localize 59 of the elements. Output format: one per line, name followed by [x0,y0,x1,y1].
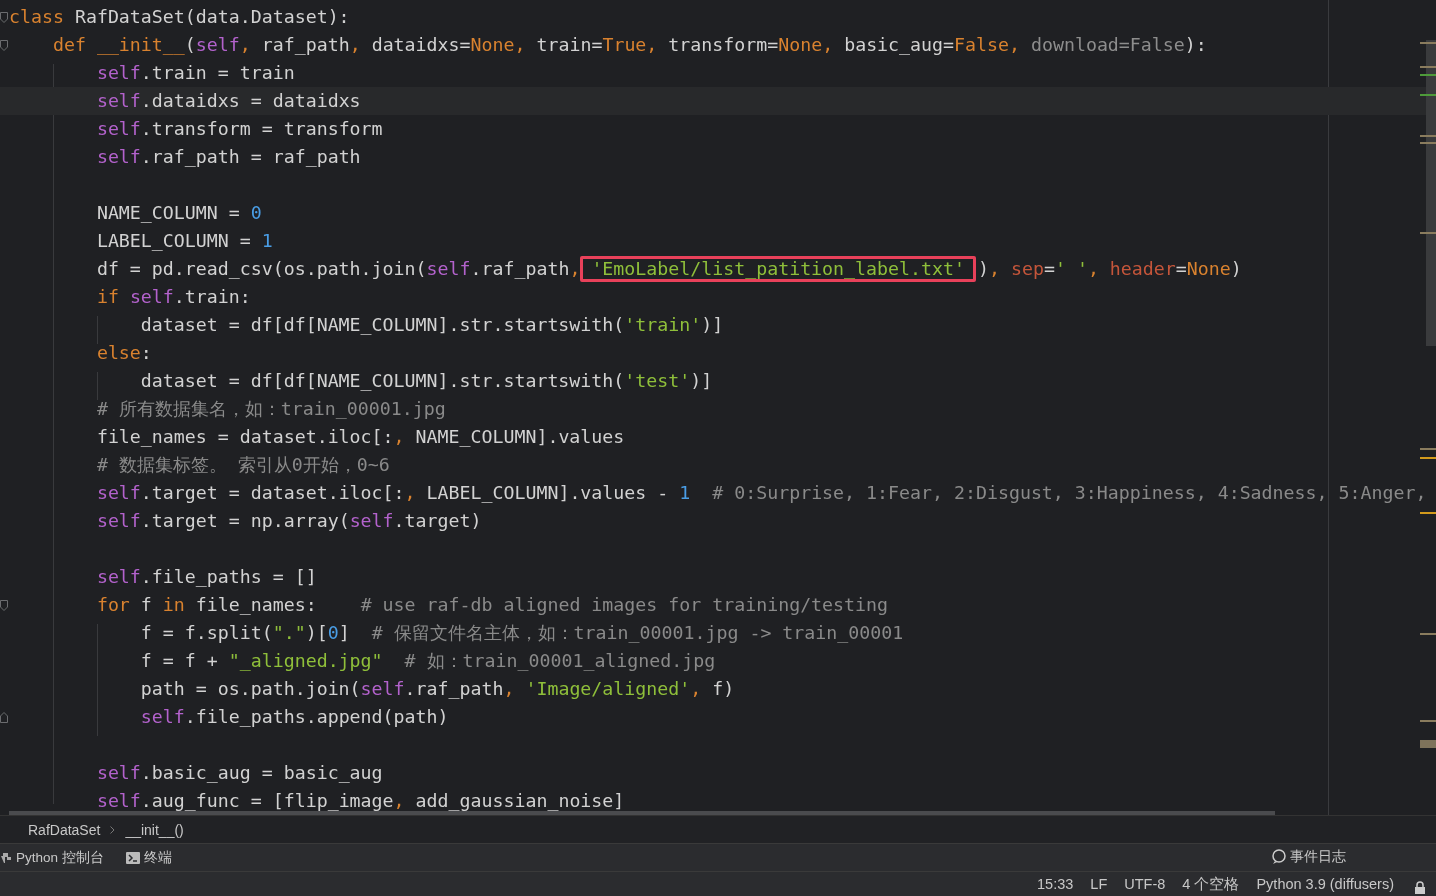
fold-icon[interactable] [0,599,8,611]
error-stripe-mark[interactable] [1420,232,1436,234]
error-stripe-mark[interactable] [1420,142,1436,144]
breadcrumb[interactable]: __init__() [125,821,184,838]
code-line: self.file_paths = [] [95,565,317,589]
code-line: if self.train: [95,285,251,309]
error-stripe-mark[interactable] [1420,720,1436,722]
error-stripe-mark[interactable] [1420,74,1436,76]
fold-icon[interactable] [0,39,8,51]
code-line: self.file_paths.append(path) [139,705,449,729]
code-line: class RafDataSet(data.Dataset): [9,5,350,29]
breadcrumb[interactable]: RafDataSet [28,821,101,838]
code-line: # 所有数据集名，如：train_00001.jpg [95,397,446,421]
code-line: LABEL_COLUMN = 1 [95,229,273,253]
error-stripe-mark[interactable] [1420,448,1436,450]
code-line: dataset = df[df[NAME_COLUMN].str.startswith('train')] [139,313,724,337]
code-line: self.basic_aug = basic_aug [95,761,383,785]
error-stripe-mark[interactable] [1420,457,1436,459]
code-line: self.dataidxs = dataidxs [95,89,361,113]
code-line: NAME_COLUMN = 0 [95,201,262,225]
code-line: file_names = dataset.iloc[:, NAME_COLUMN].values [95,425,625,449]
code-line: def __init__(self, raf_path, dataidxs=None, train=True, transform=None, basic_aug=False, download=False): [51,33,1207,57]
code-line: path = os.path.join(self.raf_path, 'Image/aligned', f) [139,677,735,701]
code-line: else: [95,341,152,365]
code-line: self.target = dataset.iloc[:, LABEL_COLUMN].values - 1 # 0:Surprise, 1:Fear, 2:Disgust, 3:Happiness, 4:Sadness, 5:Anger, [95,481,1427,505]
event-log-button[interactable]: 事件日志 [1271,848,1346,866]
tool-tab[interactable]: 终端 [125,848,172,867]
error-stripe-mark[interactable] [1420,94,1436,96]
code-line: df = pd.read_csv(os.path.join(self.raf_path, 'EmoLabel/list_patition_label.txt' ), sep=' ', header=None) [9,255,1242,283]
lock-icon[interactable] [1414,881,1426,894]
error-stripe-mark[interactable] [1420,135,1436,137]
code-line: f = f + "_aligned.jpg" # 如：train_00001_aligned.jpg [139,649,716,673]
code-line: self.raf_path = raf_path [95,145,361,169]
code-line: # 数据集标签。 索引从0开始，0~6 [95,453,390,477]
error-stripe-mark[interactable] [1420,66,1436,68]
error-stripe-mark[interactable] [1420,42,1436,44]
tool-tab[interactable]: Python 控制台 [0,848,104,867]
code-line: dataset = df[df[NAME_COLUMN].str.startswith('test')] [139,369,713,393]
error-stripe-mark[interactable] [1420,740,1436,748]
code-line: self.transform = transform [95,117,383,141]
python-icon [0,851,12,864]
status-item[interactable]: LF [1090,876,1108,892]
error-stripe-mark[interactable] [1420,512,1436,514]
fold-icon[interactable] [0,11,8,23]
status-item[interactable]: 4 个空格 [1182,874,1240,894]
code-line: self.aug_func = [flip_image, add_gaussian_noise] [95,789,625,813]
speech-bubble-icon [1271,849,1287,865]
code-line: for f in file_names: # use raf-db aligned images for training/testing [95,593,889,617]
scrollbar[interactable] [1426,40,1436,346]
code-line: f = f.split(".")[0] # 保留文件名主体，如：train_00001.jpg -> train_00001 [139,621,904,645]
code-line: self.train = train [95,61,295,85]
error-stripe-mark[interactable] [1420,633,1436,635]
status-item[interactable]: Python 3.9 (diffusers) [1256,876,1394,892]
code-line: self.target = np.array(self.target) [95,509,482,533]
status-item[interactable]: 15:33 [1037,876,1074,892]
terminal-icon [125,851,140,864]
fold-icon[interactable] [0,711,8,723]
scrollbar[interactable] [9,811,1275,815]
status-item[interactable]: UTF-8 [1124,876,1166,892]
